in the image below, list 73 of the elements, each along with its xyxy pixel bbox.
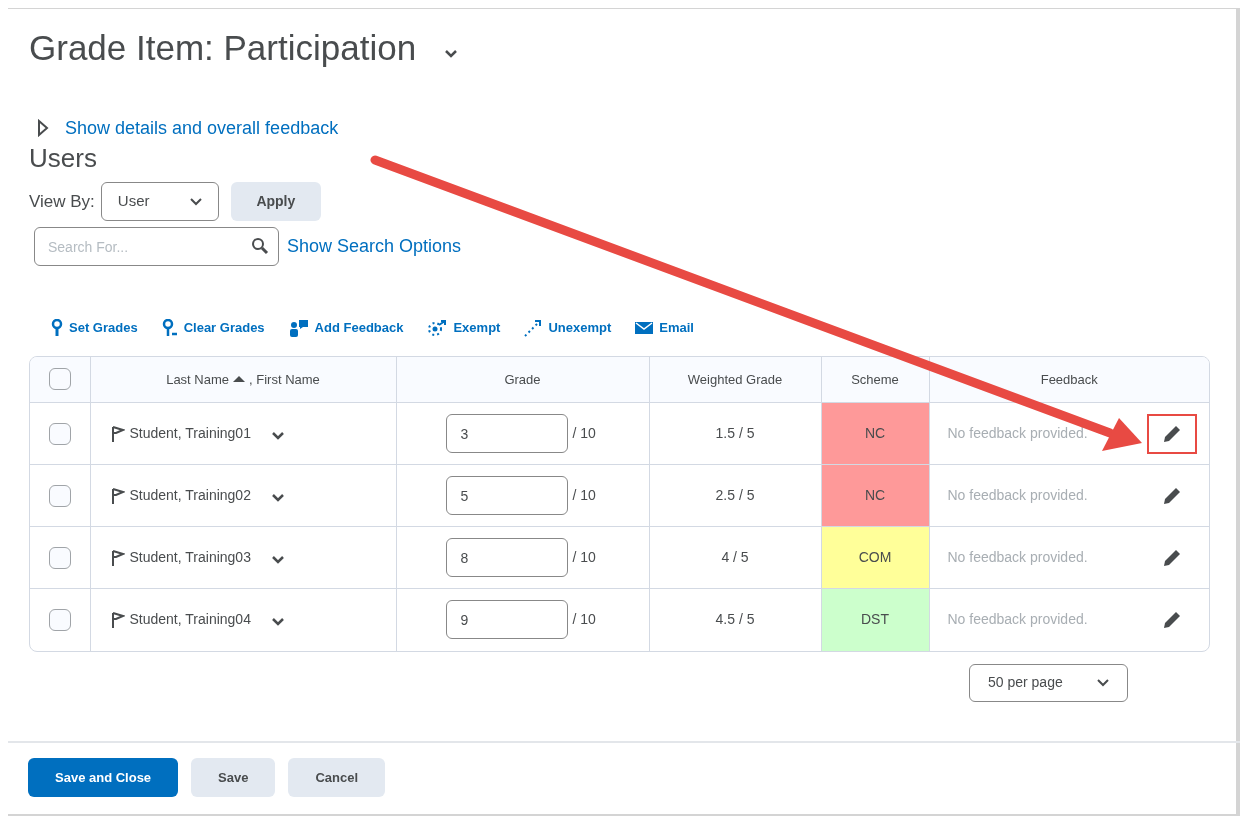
dotted-circle-icon	[427, 318, 448, 337]
grade-max: / 10	[572, 548, 596, 567]
flag-icon[interactable]	[110, 486, 125, 505]
grade-input[interactable]: 9	[445, 600, 568, 640]
flag-icon[interactable]	[110, 424, 125, 443]
checkbox[interactable]	[48, 368, 71, 391]
page-title: Grade Item: Participation	[29, 27, 417, 69]
weighted-grade: 1.5 / 5	[715, 425, 755, 441]
person-speech-icon	[288, 318, 309, 337]
grade-max: / 10	[572, 610, 596, 630]
flag-icon[interactable]	[110, 610, 125, 629]
pencil-icon	[1162, 423, 1182, 444]
pencil-icon	[1162, 485, 1182, 506]
weighted-grade: 4 / 5	[721, 549, 749, 565]
student-name: Student, Training04	[129, 610, 251, 630]
grade-input[interactable]: 3	[445, 414, 568, 453]
pencil-icon	[1162, 547, 1182, 568]
section-title: Users	[29, 141, 98, 174]
toolbar-action[interactable]: Unexempt	[524, 318, 612, 338]
view-by-label: View By:	[29, 190, 95, 213]
search-icon[interactable]	[251, 237, 269, 255]
weighted-grade: 4.5 / 5	[715, 611, 755, 628]
scheme-cell: COM	[821, 526, 929, 589]
feedback-text: No feedback provided.	[947, 610, 1088, 630]
details-link[interactable]: Show details and overall feedback	[65, 114, 339, 142]
grade-input[interactable]: 5	[445, 476, 568, 515]
apply-button[interactable]: Apply	[230, 182, 321, 221]
student-name: Student, Training02	[129, 486, 251, 505]
feedback-text: No feedback provided.	[947, 548, 1088, 567]
column-header: Grade	[504, 371, 541, 387]
secondary-button[interactable]: Cancel	[288, 758, 386, 797]
student-name: Student, Training03	[129, 548, 251, 567]
toolbar-action[interactable]: Set Grades	[51, 318, 138, 338]
per-page-dropdown[interactable]: 50 per page	[969, 663, 1128, 702]
chevron-down-icon[interactable]	[270, 617, 285, 627]
ribbon-minus-icon	[161, 318, 178, 337]
sort-up-icon[interactable]	[232, 375, 247, 384]
ribbon-icon	[51, 318, 63, 337]
pencil-icon	[1162, 609, 1182, 630]
flag-icon[interactable]	[110, 548, 125, 567]
toolbar-action[interactable]: Email	[635, 318, 694, 338]
chevron-down-icon[interactable]	[270, 555, 285, 564]
dashed-arrow-icon	[524, 318, 543, 337]
search-options-link[interactable]: Show Search Options	[287, 233, 462, 260]
toolbar-action[interactable]: Add Feedback	[288, 318, 404, 338]
scheme-cell: NC	[821, 464, 929, 527]
chevron-down-icon[interactable]	[1097, 678, 1109, 687]
edit-button[interactable]	[1147, 413, 1197, 454]
grade-input[interactable]: 8	[445, 538, 568, 577]
grade-max: / 10	[572, 486, 596, 505]
chevron-down-icon[interactable]	[444, 49, 459, 60]
column-header: Weighted Grade	[687, 371, 783, 387]
scheme-cell: NC	[821, 402, 929, 465]
feedback-text: No feedback provided.	[947, 424, 1088, 443]
search-field[interactable]: Search For...	[34, 227, 279, 266]
scheme-cell: DST	[821, 588, 929, 651]
column-header: Feedback	[1040, 371, 1098, 387]
grade-max: / 10	[572, 424, 596, 443]
feedback-text: No feedback provided.	[947, 486, 1088, 505]
column-header[interactable]: , First Name	[249, 369, 320, 389]
column-header: Scheme	[851, 371, 899, 387]
student-name: Student, Training01	[129, 424, 251, 443]
chevron-down-icon[interactable]	[270, 431, 285, 440]
column-header[interactable]: Last Name	[166, 369, 230, 389]
weighted-grade: 2.5 / 5	[715, 487, 755, 503]
expand-triangle-icon[interactable]	[37, 119, 49, 137]
chevron-down-icon[interactable]	[189, 197, 202, 206]
chevron-down-icon[interactable]	[270, 493, 285, 502]
primary-button[interactable]: Save and Close	[28, 758, 179, 797]
view-by-dropdown[interactable]: User	[100, 182, 219, 221]
toolbar-action[interactable]: Clear Grades	[161, 318, 265, 338]
toolbar-action[interactable]: Exempt	[427, 318, 501, 338]
secondary-button[interactable]: Save	[191, 758, 276, 797]
